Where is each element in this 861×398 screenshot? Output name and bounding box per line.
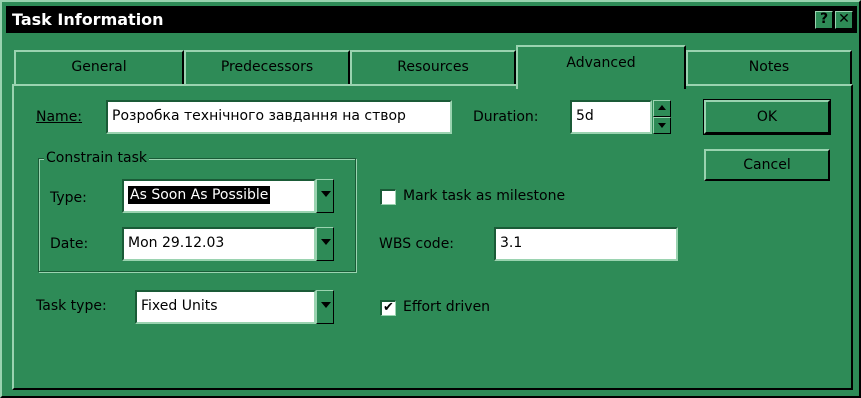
tab-resources[interactable]: Resources <box>350 50 516 84</box>
effort-driven-checkbox[interactable]: ✔ <box>380 300 396 316</box>
tab-notes[interactable]: Notes <box>686 50 852 84</box>
constraint-type-value: As Soon As Possible <box>128 186 271 204</box>
constraint-type-select[interactable]: As Soon As Possible <box>122 179 316 213</box>
wbs-label: WBS code: <box>379 236 455 252</box>
date-label: Date: <box>50 236 89 252</box>
task-type-select[interactable]: Fixed Units <box>135 290 316 324</box>
name-input[interactable]: Розробка технічного завдання на створ <box>106 100 452 134</box>
duration-input[interactable]: 5d <box>570 100 652 134</box>
close-button[interactable]: ✕ <box>835 11 853 29</box>
task-information-dialog: Task Information ? ✕ General Predecessor… <box>0 0 861 398</box>
duration-spin-down-icon[interactable] <box>653 117 671 134</box>
cancel-button[interactable]: Cancel <box>704 149 830 181</box>
duration-label: Duration: <box>473 109 539 125</box>
milestone-checkbox[interactable] <box>380 189 396 205</box>
name-label-text: Name: <box>36 109 83 125</box>
task-type-label: Task type: <box>36 298 107 314</box>
task-type-dropdown-icon[interactable] <box>316 290 334 324</box>
tab-general[interactable]: General <box>14 50 184 84</box>
tab-advanced[interactable]: Advanced <box>516 45 686 89</box>
tab-predecessors[interactable]: Predecessors <box>184 50 350 84</box>
milestone-label[interactable]: Mark task as milestone <box>403 188 565 204</box>
wbs-code-input[interactable]: 3.1 <box>494 227 678 261</box>
constraint-date-input[interactable]: Mon 29.12.03 <box>122 227 316 261</box>
constraint-type-dropdown-icon[interactable] <box>316 179 334 213</box>
help-button[interactable]: ? <box>815 11 833 29</box>
type-label: Type: <box>50 190 87 206</box>
window-title: Task Information <box>12 10 164 29</box>
name-label: Name: <box>36 109 82 125</box>
duration-spin-up-icon[interactable] <box>653 100 671 117</box>
title-bar[interactable]: Task Information ? ✕ <box>6 6 857 33</box>
ok-button[interactable]: OK <box>703 99 831 135</box>
constraint-date-dropdown-icon[interactable] <box>316 227 334 261</box>
constrain-task-legend: Constrain task <box>44 150 150 166</box>
effort-driven-label[interactable]: Effort driven <box>403 299 490 315</box>
